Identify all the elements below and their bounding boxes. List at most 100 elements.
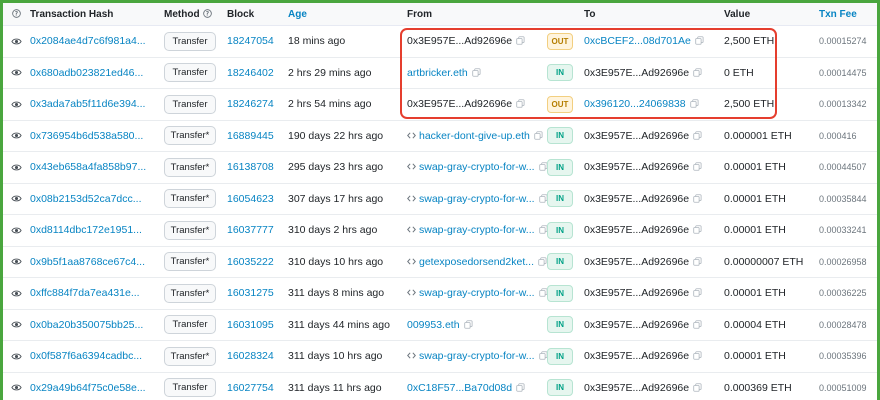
eye-icon[interactable] [11, 319, 22, 330]
block-link[interactable]: 16035222 [227, 256, 274, 268]
method-badge: Transfer [164, 31, 216, 51]
block-link[interactable]: 16031095 [227, 319, 274, 331]
transaction-hash-link[interactable]: 0x43eb658a4fa858b97... [30, 161, 146, 173]
question-circle-icon: ? [12, 8, 21, 18]
age-text: 311 days 44 mins ago [288, 318, 390, 331]
block-link[interactable]: 16889445 [227, 130, 274, 142]
table-row: 0x08b2153d52ca7dcc... Transfer* 16054623… [3, 183, 877, 215]
age-text: 18 mins ago [288, 35, 346, 48]
from-address[interactable]: artbricker.eth [407, 67, 468, 79]
method-badge: Transfer [164, 94, 216, 114]
transaction-hash-link[interactable]: 0x0ba20b350075bb25... [30, 319, 143, 331]
from-address[interactable]: 009953.eth [407, 319, 460, 331]
age-text: 311 days 10 hrs ago [288, 350, 383, 363]
method-badge: Transfer* [164, 252, 216, 272]
value-text: 0 ETH [724, 66, 754, 79]
transaction-hash-link[interactable]: 0x680adb023821ed46... [30, 67, 143, 79]
block-link[interactable]: 16054623 [227, 193, 274, 205]
copy-icon[interactable] [516, 383, 525, 392]
transaction-hash-link[interactable]: 0x08b2153d52ca7dcc... [30, 193, 142, 205]
txn-fee-text: 0.00014475 [819, 67, 867, 78]
copy-icon[interactable] [472, 68, 481, 77]
table-row: 0x9b5f1aa8768ce67c4... Transfer* 1603522… [3, 246, 877, 278]
header-age-toggle[interactable]: Age [288, 3, 407, 26]
table-row: 0x680adb023821ed46... Transfer 18246402 … [3, 57, 877, 89]
eye-icon[interactable] [11, 99, 22, 110]
copy-icon[interactable] [693, 68, 702, 77]
transaction-hash-link[interactable]: 0x2084ae4d7c6f981a4... [30, 35, 146, 47]
txn-fee-text: 0.00033241 [819, 225, 867, 236]
copy-icon[interactable] [695, 36, 704, 45]
from-address[interactable]: getexposedorsend2ket... [419, 256, 534, 268]
direction-badge: IN [547, 284, 573, 302]
copy-icon[interactable] [516, 36, 525, 45]
eye-icon[interactable] [11, 130, 22, 141]
method-badge: Transfer [164, 63, 216, 83]
copy-icon[interactable] [693, 131, 702, 140]
to-address: 0x3E957E...Ad92696e [584, 318, 690, 331]
block-link[interactable]: 16027754 [227, 382, 274, 394]
copy-icon[interactable] [689, 99, 699, 108]
transaction-hash-link[interactable]: 0xffc884f7da7ea431e... [30, 287, 140, 299]
copy-icon[interactable] [534, 131, 543, 140]
copy-icon[interactable] [516, 99, 525, 108]
transaction-hash-link[interactable]: 0x9b5f1aa8768ce67c4... [30, 256, 145, 268]
eye-icon[interactable] [11, 382, 22, 393]
eye-icon[interactable] [11, 256, 22, 267]
transaction-hash-link[interactable]: 0x736954b6d538a580... [30, 130, 143, 142]
transaction-hash-link[interactable]: 0x0f587f6a6394cadbc... [30, 350, 142, 362]
copy-icon[interactable] [538, 288, 547, 297]
copy-icon[interactable] [693, 288, 702, 297]
copy-icon[interactable] [693, 225, 702, 234]
copy-icon[interactable] [538, 257, 547, 266]
block-link[interactable]: 16031275 [227, 287, 274, 299]
txn-fee-text: 0.00036225 [819, 288, 867, 299]
block-link[interactable]: 18246274 [227, 98, 274, 110]
from-address[interactable]: hacker-dont-give-up.eth [419, 130, 530, 142]
copy-icon[interactable] [693, 162, 702, 171]
copy-icon[interactable] [538, 351, 547, 360]
block-link[interactable]: 16037777 [227, 224, 274, 236]
contract-code-icon [407, 132, 416, 139]
eye-icon[interactable] [11, 67, 22, 78]
from-address[interactable]: swap-gray-crypto-for-w... [419, 350, 535, 362]
from-address[interactable]: swap-gray-crypto-for-w... [419, 161, 535, 173]
eye-icon[interactable] [11, 288, 22, 299]
copy-icon[interactable] [693, 320, 702, 329]
transaction-hash-link[interactable]: 0x3ada7ab5f11d6e394... [30, 98, 145, 110]
eye-icon[interactable] [11, 193, 22, 204]
copy-icon[interactable] [693, 257, 702, 266]
direction-badge: IN [547, 253, 573, 271]
to-address: 0x3E957E...Ad92696e [584, 350, 690, 363]
transactions-panel: ? Transaction Hash Method? Block Age Fro… [3, 3, 877, 400]
eye-icon[interactable] [11, 225, 22, 236]
eye-icon[interactable] [11, 162, 22, 173]
from-address[interactable]: swap-gray-crypto-for-w... [419, 224, 535, 236]
copy-icon[interactable] [693, 383, 702, 392]
copy-icon[interactable] [693, 351, 702, 360]
transaction-hash-link[interactable]: 0x29a49b64f75c0e58e... [30, 382, 146, 394]
table-row: 0x43eb658a4fa858b97... Transfer* 1613870… [3, 151, 877, 184]
from-address[interactable]: 0xC18F57...Ba70d08d [407, 382, 512, 394]
copy-icon[interactable] [538, 194, 547, 203]
block-link[interactable]: 18246402 [227, 67, 274, 79]
transaction-hash-link[interactable]: 0xd8114dbc172e1951... [30, 224, 142, 236]
table-row: 0x736954b6d538a580... Transfer* 16889445… [3, 120, 877, 152]
txn-fee-text: 0.00013342 [819, 99, 867, 110]
header-txn-fee-toggle[interactable]: Txn Fee [819, 3, 877, 26]
question-circle-icon[interactable]: ? [202, 8, 212, 18]
copy-icon[interactable] [538, 225, 547, 234]
to-address[interactable]: 0x396120...24069838 [584, 98, 686, 110]
copy-icon[interactable] [463, 320, 473, 329]
copy-icon[interactable] [538, 162, 547, 171]
block-link[interactable]: 16138708 [227, 161, 274, 173]
copy-icon[interactable] [693, 194, 702, 203]
from-address[interactable]: swap-gray-crypto-for-w... [419, 193, 535, 205]
block-link[interactable]: 18247054 [227, 35, 274, 47]
from-address: 0x3E957E...Ad92696e [407, 98, 513, 111]
block-link[interactable]: 16028324 [227, 350, 274, 362]
to-address[interactable]: 0xcBCEF2...08d701Ae [584, 35, 691, 47]
eye-icon[interactable] [11, 351, 22, 362]
eye-icon[interactable] [11, 36, 22, 47]
from-address[interactable]: swap-gray-crypto-for-w... [419, 287, 535, 299]
